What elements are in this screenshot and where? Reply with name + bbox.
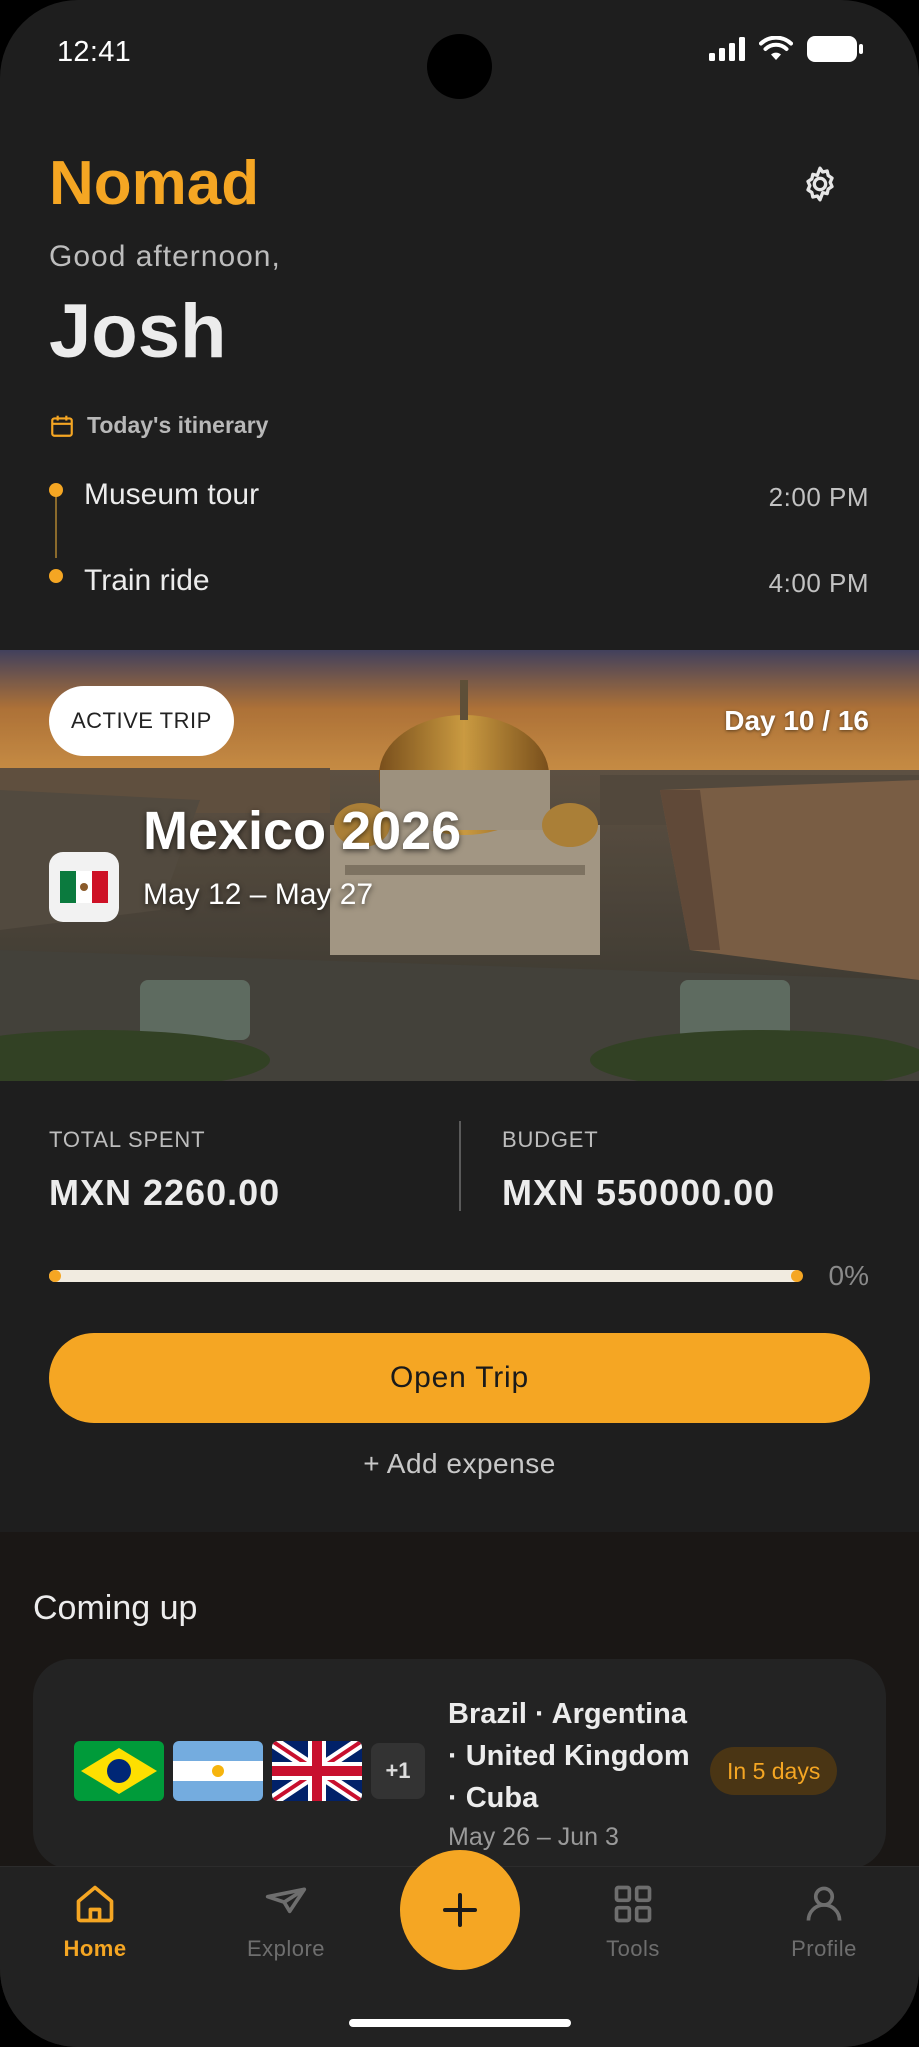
tab-tools[interactable]: Tools <box>573 1882 693 1962</box>
grid-icon <box>614 1885 652 1923</box>
total-spent-label: TOTAL SPENT <box>49 1127 206 1152</box>
itinerary-item-title[interactable]: Train ride <box>84 564 210 598</box>
phone-screen: 12:41 Nomad Good afternoon, Josh Today's… <box>0 0 919 2047</box>
tab-explore[interactable]: Explore <box>226 1882 346 1962</box>
total-spent-value: MXN 2260.00 <box>49 1172 281 1213</box>
app-brand: Nomad <box>49 149 260 218</box>
itinerary-item-time: 4:00 PM <box>768 568 869 598</box>
itinerary-heading-label: Today's itinerary <box>87 412 269 438</box>
wifi-icon <box>759 36 793 60</box>
uk-flag-icon <box>272 1741 362 1801</box>
tab-profile[interactable]: Profile <box>764 1882 884 1962</box>
stats-divider <box>459 1121 461 1211</box>
argentina-flag-icon <box>173 1741 263 1801</box>
tab-home[interactable]: Home <box>35 1882 155 1962</box>
settings-button[interactable] <box>796 160 844 208</box>
home-indicator[interactable] <box>349 2019 571 2027</box>
itinerary-dot <box>49 483 63 497</box>
budget-label: BUDGET <box>502 1127 599 1152</box>
status-icons <box>709 36 863 62</box>
active-trip-pill: ACTIVE TRIP <box>49 686 234 756</box>
upcoming-trip-card[interactable]: +1 Brazil · Argentina · United Kingdom ·… <box>33 1659 886 1869</box>
more-flags-count: +1 <box>371 1743 425 1799</box>
calendar-icon <box>51 415 73 437</box>
budget-progress-end <box>791 1270 803 1282</box>
upcoming-trip-badge: In 5 days <box>710 1747 838 1795</box>
trip-flag-tile <box>49 852 119 922</box>
tab-profile-label: Profile <box>791 1936 857 1961</box>
add-fab-button[interactable] <box>400 1850 520 1970</box>
itinerary-item-title[interactable]: Museum tour <box>84 478 259 512</box>
itinerary-timeline <box>55 492 57 558</box>
camera-notch <box>427 34 492 99</box>
itinerary-heading: Today's itinerary <box>49 412 268 439</box>
open-trip-button[interactable]: Open Trip <box>49 1333 870 1423</box>
person-icon <box>806 1886 842 1921</box>
itinerary-item-time: 2:00 PM <box>768 482 869 512</box>
mexico-flag-icon <box>60 871 108 903</box>
status-time: 12:41 <box>57 36 132 68</box>
paper-plane-icon <box>265 1887 307 1914</box>
budget-progress-percent: 0% <box>828 1260 869 1291</box>
user-name: Josh <box>49 289 227 374</box>
itinerary-dot <box>49 569 63 583</box>
add-expense-link[interactable]: + Add expense <box>0 1448 919 1480</box>
active-trip-hero[interactable]: ACTIVE TRIP Day 10 / 16 Mexico 2026 May … <box>0 650 919 1081</box>
greeting-text: Good afternoon, <box>49 240 281 273</box>
signal-icon <box>709 37 745 61</box>
home-icon <box>76 1885 114 1923</box>
battery-icon <box>807 36 863 62</box>
gear-icon <box>806 166 834 202</box>
upcoming-trip-countries: Brazil · Argentina · United Kingdom · Cu… <box>448 1698 690 1814</box>
tab-explore-label: Explore <box>246 1936 326 1961</box>
trip-day-counter: Day 10 / 16 <box>724 705 869 736</box>
budget-progress-bar <box>49 1270 803 1282</box>
coming-up-title: Coming up <box>33 1589 198 1627</box>
budget-value: MXN 550000.00 <box>502 1172 776 1213</box>
trip-title: Mexico 2026 <box>143 801 462 861</box>
tab-tools-label: Tools <box>606 1936 660 1961</box>
upcoming-trip-dates: May 26 – Jun 3 <box>448 1823 619 1851</box>
plus-icon <box>443 1893 477 1927</box>
brazil-flag-icon <box>74 1741 164 1801</box>
tab-home-label: Home <box>63 1936 127 1961</box>
budget-progress-fill <box>49 1270 61 1282</box>
trip-dates: May 12 – May 27 <box>143 878 374 911</box>
